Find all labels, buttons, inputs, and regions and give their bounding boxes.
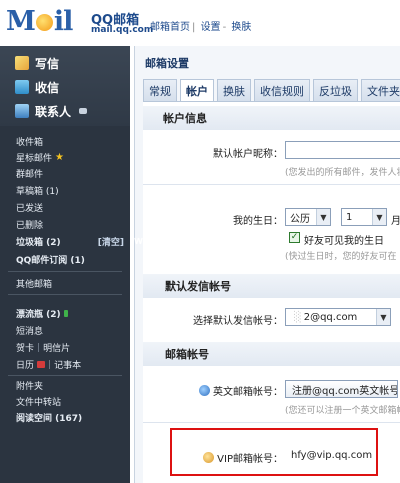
account-settings-panel: 帐户信息 默认帐户昵称： (您发出的所有邮件，发件人将 我的生日： 公历 ▼ 1 ▼… bbox=[143, 101, 400, 483]
sidebar-item-starred[interactable]: 星标邮件 ★ bbox=[16, 151, 64, 164]
sidebar-item-spam[interactable]: 垃圾箱 (2) [清空] bbox=[16, 235, 124, 248]
sidebar-item-deleted[interactable]: 已删除 bbox=[16, 218, 43, 231]
birth-month-select[interactable]: 1 ▼ bbox=[341, 208, 387, 226]
birthday-hint: (快过生日时，您的好友可在 bbox=[285, 252, 397, 262]
sidebar-divider bbox=[8, 271, 122, 272]
bottle-icon bbox=[63, 310, 68, 317]
sidebar-item-notepad[interactable]: 记事本 bbox=[54, 358, 81, 371]
sidebar-item-attachments[interactable]: 附件夹 bbox=[16, 379, 43, 392]
calendar-type-select[interactable]: 公历 ▼ bbox=[285, 208, 331, 226]
sidebar-main-actions: 写信 收信 联系人 bbox=[0, 46, 130, 126]
top-nav: 邮箱首页 | 设置 - 换肤 bbox=[150, 22, 252, 33]
sidebar: 写信 收信 联系人 收件箱 星标邮件 ★ 群邮件 草稿箱 (1) 已发送 已删除 … bbox=[0, 46, 130, 483]
divider bbox=[143, 422, 400, 423]
globe-icon bbox=[199, 385, 210, 396]
sidebar-item-calendar[interactable]: 日历 | 记事本 bbox=[16, 358, 81, 372]
sidebar-item-drafts[interactable]: 草稿箱 (1) bbox=[16, 184, 59, 197]
default-sender-select[interactable]: ░ 2@qq.com ▼ bbox=[285, 308, 391, 326]
logo[interactable]: Mil bbox=[6, 4, 88, 42]
contacts-icon bbox=[15, 104, 29, 118]
empty-spam-link[interactable]: [清空] bbox=[98, 235, 124, 248]
nav-mailbox-home[interactable]: 邮箱首页 bbox=[150, 22, 190, 33]
section-default-sender: 默认发信帐号 bbox=[143, 274, 400, 298]
sidebar-item-cards[interactable]: 贺卡 | 明信片 bbox=[16, 341, 70, 355]
settings-tabs: 常规 帐户 换肤 收信规则 反垃圾 文件夹 bbox=[143, 79, 400, 102]
star-icon: ★ bbox=[55, 152, 64, 163]
register-english-account-button[interactable]: 注册@qq.com英文帐号... bbox=[285, 380, 398, 398]
sidebar-item-group-mail[interactable]: 群邮件 bbox=[16, 167, 43, 180]
highlight-box bbox=[170, 428, 378, 476]
nickname-label: 默认帐户昵称： bbox=[213, 149, 283, 160]
tab-rules[interactable]: 收信规则 bbox=[254, 79, 310, 101]
sidebar-divider bbox=[8, 375, 122, 376]
compose-button[interactable]: 写信 bbox=[15, 52, 59, 74]
tab-account[interactable]: 帐户 bbox=[180, 79, 214, 102]
settings-content: 邮箱设置 常规 帐户 换肤 收信规则 反垃圾 文件夹 帐户信息 默认帐户昵称： … bbox=[134, 46, 400, 483]
sidebar-item-file-transfer[interactable]: 文件中转站 bbox=[16, 395, 61, 408]
calendar-icon bbox=[37, 361, 46, 368]
chevron-down-icon: ▼ bbox=[316, 209, 330, 225]
tab-skin[interactable]: 换肤 bbox=[217, 79, 251, 101]
sidebar-item-sent[interactable]: 已发送 bbox=[16, 201, 43, 214]
header: Mil QQ邮箱 mail.qq.com 邮箱首页 | 设置 - 换肤 bbox=[0, 0, 400, 46]
section-mailbox-accounts: 邮箱帐号 bbox=[143, 342, 400, 366]
nav-skin[interactable]: 换肤 bbox=[231, 22, 251, 33]
brand-url: mail.qq.com bbox=[91, 25, 154, 35]
watermark: www.qinpinchang.com bbox=[134, 234, 278, 247]
sidebar-item-drift-bottle[interactable]: 漂流瓶 (2) bbox=[16, 307, 68, 320]
sidebar-item-postcards[interactable]: 明信片 bbox=[43, 341, 70, 354]
english-account-hint: (您还可以注册一个英文邮箱帐 bbox=[285, 406, 400, 416]
friends-birthday-label: 好友可见我的生日 bbox=[304, 236, 384, 247]
section-account-info: 帐户信息 bbox=[143, 106, 400, 130]
divider bbox=[143, 184, 400, 185]
chevron-down-icon: ▼ bbox=[372, 209, 386, 225]
nickname-hint: (您发出的所有邮件，发件人将 bbox=[285, 168, 400, 178]
sidebar-divider bbox=[8, 294, 122, 295]
default-sender-label: 选择默认发信帐号： bbox=[193, 316, 283, 327]
compose-icon bbox=[15, 56, 29, 70]
logo-mark: Mil bbox=[6, 6, 73, 37]
month-unit: 月 bbox=[391, 216, 400, 227]
chevron-down-icon: ▼ bbox=[376, 309, 390, 325]
nav-settings[interactable]: 设置 bbox=[201, 22, 221, 33]
sidebar-item-inbox[interactable]: 收件箱 bbox=[16, 135, 43, 148]
contacts-button[interactable]: 联系人 bbox=[15, 100, 88, 122]
tab-folders[interactable]: 文件夹 bbox=[361, 79, 400, 101]
birthday-label: 我的生日： bbox=[233, 216, 283, 227]
page-title: 邮箱设置 bbox=[145, 57, 189, 70]
english-account-label: 英文邮箱帐号： bbox=[191, 383, 283, 398]
sidebar-item-messages[interactable]: 短消息 bbox=[16, 324, 43, 337]
sidebar-item-reading-space[interactable]: 阅读空间 (167) bbox=[16, 411, 82, 424]
chat-icon[interactable] bbox=[79, 108, 88, 114]
tab-general[interactable]: 常规 bbox=[143, 79, 177, 101]
friends-birthday-checkbox[interactable]: ✓ bbox=[289, 232, 300, 243]
logo-o-icon bbox=[35, 14, 53, 31]
sidebar-item-subscriptions[interactable]: QQ邮件订阅 (1) bbox=[16, 253, 85, 266]
sidebar-item-other-mailboxes[interactable]: 其他邮箱 bbox=[16, 277, 52, 290]
nickname-input[interactable] bbox=[285, 141, 400, 159]
inbox-icon bbox=[15, 80, 29, 94]
tab-antispam[interactable]: 反垃圾 bbox=[313, 79, 358, 101]
inbox-button[interactable]: 收信 bbox=[15, 76, 59, 98]
